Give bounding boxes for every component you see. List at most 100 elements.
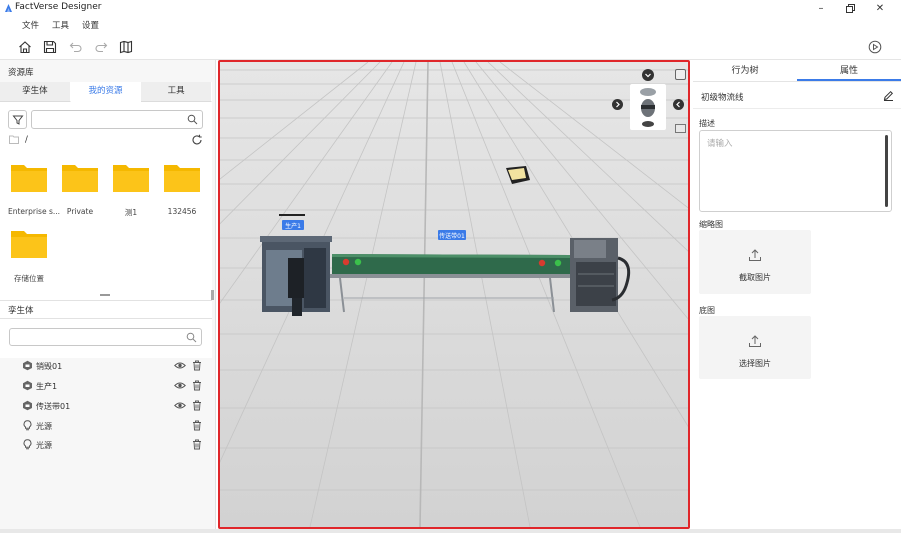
tab-behavior-tree[interactable]: 行为树 bbox=[693, 62, 797, 81]
eye-icon[interactable] bbox=[174, 400, 186, 411]
eye-icon[interactable] bbox=[174, 360, 186, 371]
rotate-right-button[interactable] bbox=[673, 99, 684, 110]
twin-section-title: 孪生体 bbox=[8, 306, 34, 316]
twin-search[interactable] bbox=[9, 328, 202, 346]
object-name: 初级物流线 bbox=[701, 93, 744, 103]
redo-button[interactable] bbox=[93, 39, 109, 55]
tab-tools[interactable]: 工具 bbox=[141, 82, 213, 102]
tab-properties[interactable]: 属性 bbox=[797, 62, 901, 81]
description-placeholder: 请输入 bbox=[707, 139, 733, 149]
right-panel: 行为树 属性 初级物流线 描述 请输入 缩略图 截取图片 底图 选择图片 bbox=[693, 60, 901, 530]
library-title: 资源库 bbox=[8, 68, 34, 78]
rotate-left-button[interactable] bbox=[612, 99, 623, 110]
trash-icon[interactable] bbox=[192, 400, 202, 411]
library-tabs: 孪生体 我的资源 工具 bbox=[0, 82, 213, 102]
folder-icon bbox=[164, 165, 200, 192]
twin-search-input[interactable] bbox=[10, 329, 201, 345]
play-button[interactable] bbox=[867, 39, 883, 55]
left-panel: 资源库 孪生体 我的资源 工具 / Enterprise s... Privat… bbox=[0, 60, 216, 530]
minimize-button[interactable]: – bbox=[807, 0, 835, 17]
twin-name: 光源 bbox=[36, 422, 52, 431]
view-cube[interactable] bbox=[630, 84, 666, 130]
folder-item[interactable]: 132456 bbox=[161, 161, 203, 216]
capture-thumbnail-button[interactable]: 截取图片 bbox=[699, 230, 811, 294]
map-button[interactable] bbox=[118, 39, 134, 55]
twin-list-item[interactable]: 生产1 bbox=[22, 377, 208, 395]
base-map-label: 底图 bbox=[699, 306, 715, 315]
resource-search[interactable] bbox=[31, 110, 203, 129]
view-mode-button[interactable] bbox=[675, 69, 686, 80]
restore-icon bbox=[845, 4, 855, 13]
trash-icon[interactable] bbox=[192, 360, 202, 371]
filter-button[interactable] bbox=[8, 110, 27, 129]
search-icon bbox=[186, 332, 197, 343]
chevron-down-icon bbox=[645, 73, 651, 78]
right-tabs: 行为树 属性 bbox=[693, 62, 901, 82]
folder-icon bbox=[11, 231, 47, 258]
twin-list-item[interactable]: 销毁01 bbox=[22, 357, 208, 375]
upload-icon bbox=[749, 249, 761, 261]
map-icon bbox=[119, 40, 133, 54]
search-icon bbox=[187, 114, 198, 125]
select-image-button[interactable]: 选择图片 bbox=[699, 316, 811, 379]
menu-tools[interactable]: 工具 bbox=[52, 19, 69, 31]
toolbar bbox=[0, 33, 901, 60]
gizmo-collapse-button[interactable] bbox=[642, 69, 654, 81]
trash-icon[interactable] bbox=[192, 439, 202, 450]
resource-search-input[interactable] bbox=[32, 111, 202, 128]
scene-viewport[interactable]: 生产1 传送带01 bbox=[218, 60, 690, 529]
screenshot-view-button[interactable] bbox=[675, 124, 686, 133]
home-button[interactable] bbox=[17, 39, 33, 55]
divider bbox=[0, 300, 212, 301]
trash-icon[interactable] bbox=[192, 420, 202, 431]
panel-splitter[interactable] bbox=[0, 292, 212, 298]
menu-settings[interactable]: 设置 bbox=[82, 19, 99, 31]
upload-icon bbox=[749, 335, 761, 347]
description-scrollbar[interactable] bbox=[885, 135, 888, 207]
twin-name: 传送带01 bbox=[36, 402, 71, 411]
folder-item[interactable]: Private bbox=[59, 161, 101, 216]
conveyor-label: 传送带01 bbox=[438, 230, 466, 240]
restore-button[interactable] bbox=[836, 0, 864, 17]
folder-label: 存储位置 bbox=[14, 274, 44, 283]
producer-machine[interactable] bbox=[260, 236, 332, 316]
folder-item[interactable]: 存储位置 bbox=[8, 227, 50, 284]
twin-cube-icon bbox=[23, 360, 32, 371]
select-image-label: 选择图片 bbox=[739, 359, 771, 368]
play-circle-icon bbox=[868, 40, 882, 54]
eye-icon[interactable] bbox=[174, 380, 186, 391]
folder-item[interactable]: 测1 bbox=[110, 161, 152, 218]
menu-file[interactable]: 文件 bbox=[22, 19, 39, 31]
refresh-icon[interactable] bbox=[191, 134, 203, 146]
folder-label: 测1 bbox=[124, 208, 138, 217]
capture-thumbnail-label: 截取图片 bbox=[739, 273, 771, 282]
description-label: 描述 bbox=[699, 119, 715, 128]
app-title: FactVerse Designer bbox=[15, 2, 102, 12]
svg-text:传送带01: 传送带01 bbox=[439, 232, 465, 240]
tab-twins[interactable]: 孪生体 bbox=[0, 82, 71, 102]
menu-bar: 文件 工具 设置 bbox=[0, 17, 901, 33]
trash-icon[interactable] bbox=[192, 380, 202, 391]
folder-label: 132456 bbox=[167, 207, 197, 216]
twin-list-item[interactable]: 光源 bbox=[22, 436, 208, 454]
scene-canvas[interactable]: 生产1 传送带01 bbox=[220, 62, 688, 527]
vertical-scrollbar[interactable] bbox=[211, 290, 214, 300]
twin-name: 生产1 bbox=[36, 382, 58, 391]
undo-button[interactable] bbox=[68, 39, 84, 55]
tab-my-resources[interactable]: 我的资源 bbox=[70, 82, 142, 102]
description-field[interactable]: 请输入 bbox=[699, 130, 892, 212]
current-path: / bbox=[25, 135, 28, 145]
twin-list-item[interactable]: 传送带01 bbox=[22, 397, 208, 415]
divider bbox=[0, 318, 212, 319]
avatar-head-icon bbox=[640, 88, 656, 127]
twin-cube-icon bbox=[23, 380, 32, 391]
edit-pencil-icon[interactable] bbox=[883, 90, 894, 101]
undo-icon bbox=[69, 42, 82, 53]
folder-item[interactable]: Enterprise s... bbox=[8, 161, 60, 216]
home-icon bbox=[19, 41, 31, 54]
twin-list-item[interactable]: 光源 bbox=[22, 417, 208, 435]
folder-outline-icon bbox=[9, 135, 19, 144]
producer-label-bar bbox=[279, 214, 305, 216]
save-button[interactable] bbox=[42, 39, 58, 55]
close-button[interactable]: ✕ bbox=[866, 0, 894, 17]
